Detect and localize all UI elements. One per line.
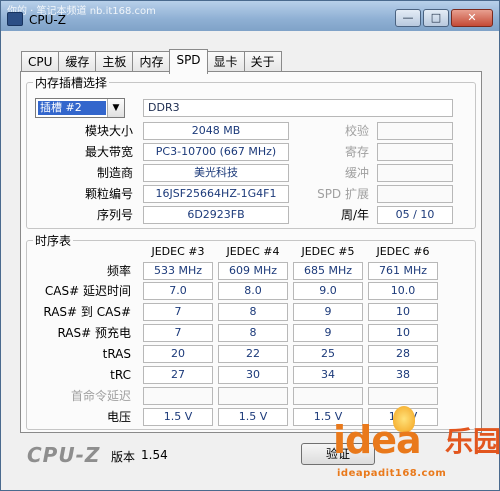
timing-cell [218,387,288,405]
tab-cache[interactable]: 缓存 [58,51,97,73]
version-value: 1.54 [141,448,168,462]
timing-cell: 1.5 V [143,408,213,426]
timing-cell: 8 [218,303,288,321]
cpuz-app-icon [7,12,23,26]
maximize-button[interactable]: □ [423,9,449,27]
timing-cell: 10.0 [368,282,438,300]
slot-selection-legend: 内存插槽选择 [35,76,108,90]
timing-cell: 20 [143,345,213,363]
timing-row-label: tRAS [102,347,131,361]
timing-col-header: JEDEC #5 [301,245,355,258]
module-size-label: 模块大小 [84,124,133,138]
logo-url: ideapadit168.com [337,468,447,479]
timing-row-label: 首命令延迟 [70,389,131,403]
timing-cell: 9 [293,324,363,342]
timing-cell: 30 [218,366,288,384]
max-bandwidth-value: PC3-10700 (667 MHz) [143,143,289,161]
tab-cpu[interactable]: CPU [21,51,60,73]
logo-cn: 乐园 [445,425,500,458]
registered-field [377,143,453,161]
memory-type-field: DDR3 [143,99,453,117]
timing-cell: 22 [218,345,288,363]
timing-col-header: JEDEC #3 [151,245,205,258]
timing-cell: 27 [143,366,213,384]
timing-row-label: RAS# 预充电 [57,326,131,340]
timing-cell: 10 [368,303,438,321]
timing-cell: 34 [293,366,363,384]
correction-field [377,122,453,140]
tab-mainboard[interactable]: 主板 [95,51,134,73]
timing-cell: 7.0 [143,282,213,300]
week-year-label: 周/年 [340,208,369,222]
version-label: 版本 [111,450,136,464]
timing-cell: 761 MHz [368,262,438,280]
timing-cell: 8.0 [218,282,288,300]
chevron-down-icon[interactable]: ▼ [107,99,124,117]
serial-number-value: 6D2923FB [143,206,289,224]
timing-cell [293,387,363,405]
cpuz-window: 你的 · 笔记本频道 nb.it168.com CPU-Z — □ ✕ CPU … [0,0,500,491]
timing-cell: 28 [368,345,438,363]
serial-number-label: 序列号 [96,208,133,222]
timing-cell: 38 [368,366,438,384]
part-number-value: 16JSF25664HZ-1G4F1 [143,185,289,203]
timings-legend: 时序表 [35,234,72,248]
spd-ext-field [377,185,453,203]
timing-cell: 9.0 [293,282,363,300]
idea-watermark-logo: idea 乐园 ideapadit168.com [333,406,500,491]
manufacturer-value: 美光科技 [143,164,289,182]
timing-cell: 533 MHz [143,262,213,280]
timing-cell: 8 [218,324,288,342]
timing-cell [368,387,438,405]
buffered-field [377,164,453,182]
timing-cell: 7 [143,303,213,321]
timing-row-label: 频率 [106,264,131,278]
module-size-value: 2048 MB [143,122,289,140]
timing-col-header: JEDEC #4 [226,245,280,258]
close-button[interactable]: ✕ [451,9,493,27]
tab-bar: CPU 缓存 主板 内存 SPD 显卡 关于 [21,49,282,74]
slot-dropdown[interactable]: 插槽 #2 ▼ [35,98,125,118]
timing-cell: 25 [293,345,363,363]
timing-col-header: JEDEC #6 [376,245,430,258]
timing-cell: 9 [293,303,363,321]
timing-cell: 685 MHz [293,262,363,280]
week-year-value: 05 / 10 [377,206,453,224]
registered-label: 寄存 [344,145,369,159]
tab-memory[interactable]: 内存 [132,51,171,73]
manufacturer-label: 制造商 [96,166,133,180]
timing-cell: 7 [143,324,213,342]
timing-cell [143,387,213,405]
timing-cell: 609 MHz [218,262,288,280]
logo-word: idea [333,418,422,462]
max-bandwidth-label: 最大带宽 [84,145,133,159]
timing-cell: 1.5 V [218,408,288,426]
part-number-label: 颗粒编号 [84,187,133,201]
spd-panel: 内存插槽选择 插槽 #2 ▼ DDR3 模块大小 2048 MB 校验 最大带宽… [20,71,482,433]
tab-spd[interactable]: SPD [169,49,208,74]
window-title: CPU-Z [29,13,66,27]
spd-ext-label: SPD 扩展 [317,187,369,201]
timing-row-label: CAS# 延迟时间 [44,284,131,298]
tab-graphics[interactable]: 显卡 [206,51,245,73]
slot-dropdown-value: 插槽 #2 [38,101,106,115]
timing-row-label: tRC [110,368,131,382]
cpuz-brand-logo: CPU-Z [27,443,101,467]
timing-row-label: 电压 [106,410,131,424]
minimize-button[interactable]: — [395,9,421,27]
timing-row-label: RAS# 到 CAS# [43,305,131,319]
title-bar[interactable]: 你的 · 笔记本频道 nb.it168.com CPU-Z — □ ✕ [1,1,499,31]
correction-label: 校验 [344,124,369,138]
tab-about[interactable]: 关于 [243,51,282,73]
buffered-label: 缓冲 [344,166,369,180]
timing-cell: 10 [368,324,438,342]
